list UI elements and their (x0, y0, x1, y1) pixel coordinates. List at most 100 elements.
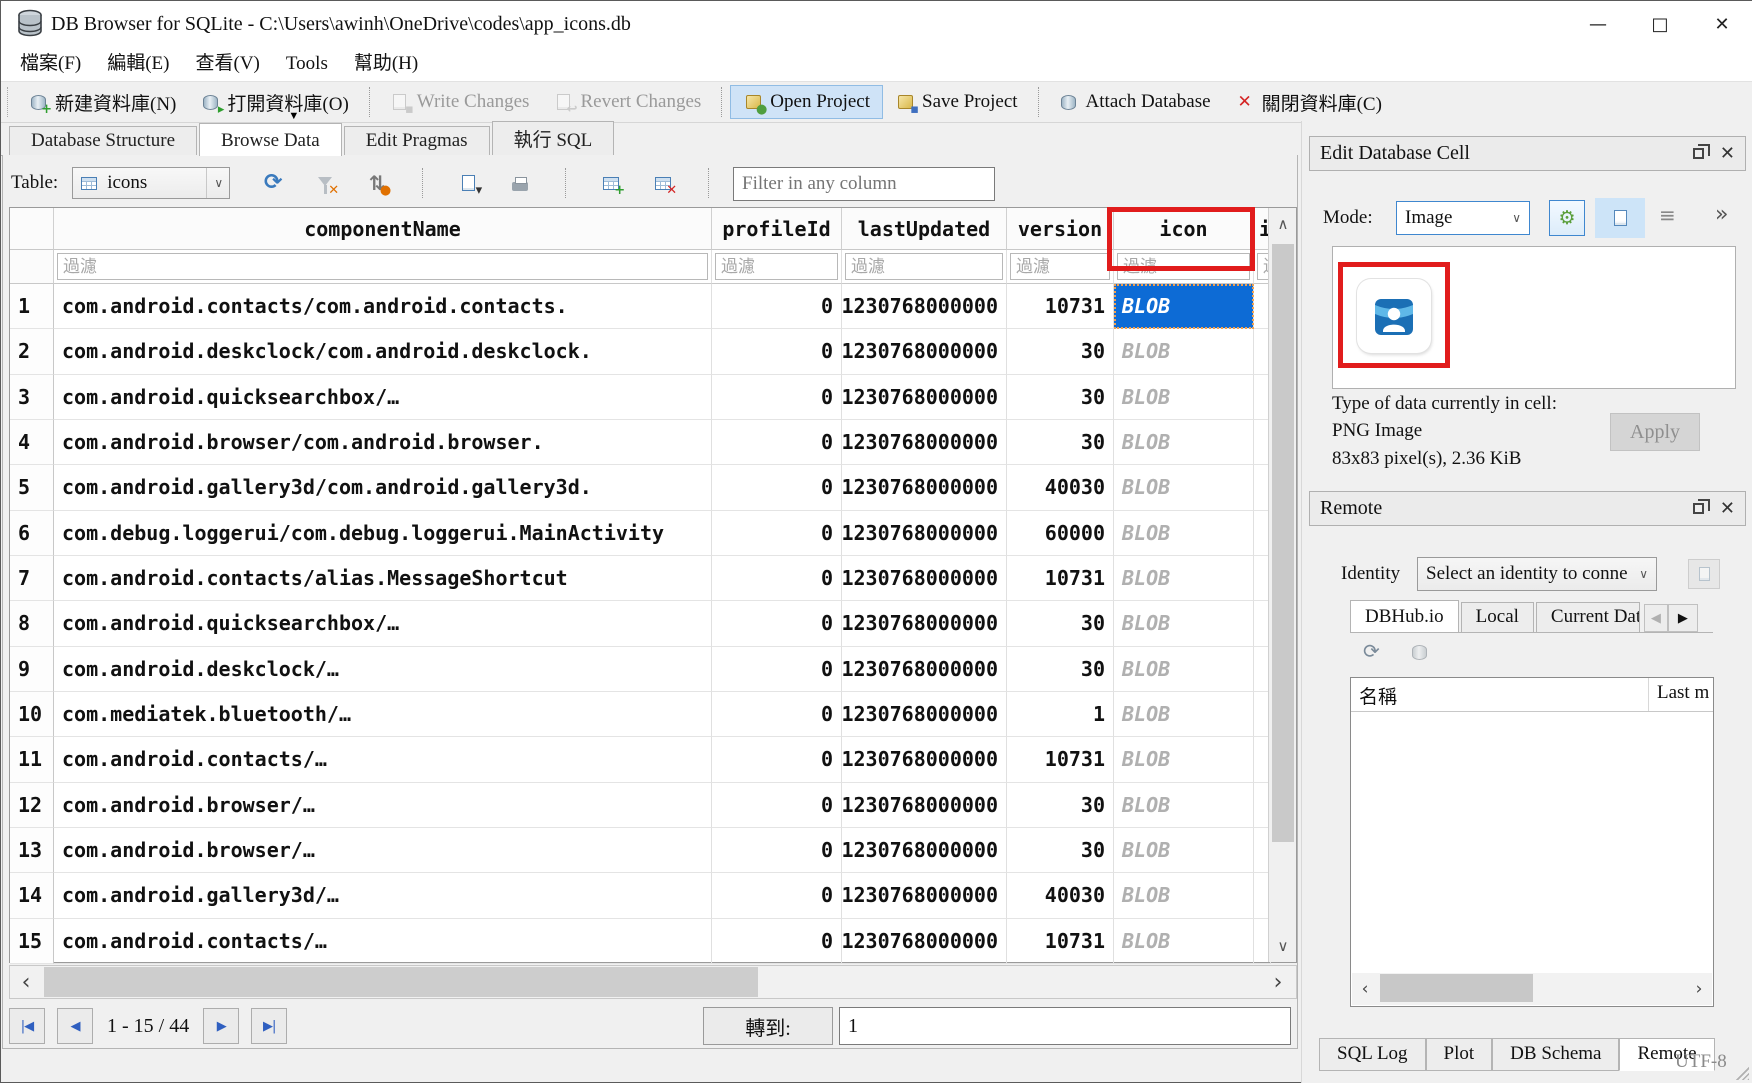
cell-componentName[interactable]: com.android.browser/… (54, 828, 712, 873)
cell-version[interactable]: 60000 (1007, 511, 1114, 556)
cell-profileId[interactable]: 0 (712, 556, 842, 601)
resize-grip[interactable] (1736, 1067, 1749, 1080)
delete-record-button[interactable]: ✕ (648, 168, 678, 198)
cell-version[interactable]: 10731 (1007, 556, 1114, 601)
cell-icon[interactable]: BLOB (1114, 329, 1254, 374)
first-page-button[interactable]: |◀ (9, 1008, 45, 1044)
scroll-left-icon[interactable]: ‹ (10, 970, 42, 995)
cell-lastUpdated[interactable]: 1230768000000 (842, 783, 1007, 828)
cell-version[interactable]: 30 (1007, 783, 1114, 828)
cell-profileId[interactable]: 0 (712, 783, 842, 828)
cell-componentName[interactable]: com.android.contacts/alias.MessageShortc… (54, 556, 712, 601)
goto-record-input[interactable] (839, 1007, 1291, 1045)
tab-database-structure[interactable]: Database Structure (9, 126, 197, 156)
cell-profileId[interactable]: 0 (712, 647, 842, 692)
cell-lastUpdated[interactable]: 1230768000000 (842, 737, 1007, 782)
attach-database-button[interactable]: Attach Database (1047, 85, 1223, 119)
cell-componentName[interactable]: com.android.contacts/… (54, 737, 712, 782)
vertical-scrollbar-thumb[interactable] (1272, 244, 1294, 842)
close-panel-icon[interactable]: ✕ (1720, 145, 1735, 163)
sort-records-button[interactable]: ⇅● (362, 168, 392, 198)
word-wrap-icon[interactable]: ≡ (1659, 205, 1676, 225)
scroll-up-icon[interactable]: ∧ (1269, 208, 1297, 240)
cell-icon[interactable]: BLOB (1114, 783, 1254, 828)
column-header-icon[interactable]: icon (1114, 208, 1254, 250)
save-table-view-button[interactable]: ▾ (453, 168, 483, 198)
cell-lastUpdated[interactable]: 1230768000000 (842, 919, 1007, 964)
remote-list-hscrollbar[interactable]: ‹ › (1352, 973, 1712, 1005)
cell-lastUpdated[interactable]: 1230768000000 (842, 284, 1007, 329)
cell-profileId[interactable]: 0 (712, 284, 842, 329)
cell-profileId[interactable]: 0 (712, 465, 842, 510)
close-panel-icon[interactable]: ✕ (1720, 500, 1735, 518)
cell-lastUpdated[interactable]: 1230768000000 (842, 873, 1007, 918)
float-panel-icon[interactable] (1693, 503, 1704, 514)
cell-icon[interactable]: BLOB (1114, 375, 1254, 420)
cell-componentName[interactable]: com.android.contacts/… (54, 919, 712, 964)
cell-icon[interactable]: BLOB (1114, 420, 1254, 465)
filter-input-icon[interactable]: 過濾 (1117, 253, 1250, 280)
cell-version[interactable]: 10731 (1007, 284, 1114, 329)
more-tools-chevron-icon[interactable]: » (1715, 204, 1728, 226)
dock-tab-sql-log[interactable]: SQL Log (1319, 1038, 1426, 1071)
horizontal-scrollbar[interactable]: ‹ › (9, 965, 1297, 999)
column-header-rownum[interactable] (10, 208, 54, 250)
cell-componentName[interactable]: com.android.deskclock/com.android.deskcl… (54, 329, 712, 374)
scroll-right-icon[interactable]: › (1686, 979, 1712, 999)
column-header-componentName[interactable]: componentName (54, 208, 712, 250)
save-project-button[interactable]: ▪Save Project (883, 85, 1030, 119)
next-page-button[interactable]: ▶ (203, 1008, 239, 1044)
text-view-toggle-button[interactable] (1595, 198, 1645, 238)
remote-list-col-lastmodified[interactable]: Last m (1649, 678, 1713, 711)
clear-all-filters-button[interactable]: ✕ (310, 168, 340, 198)
push-database-button[interactable] (1688, 559, 1720, 589)
remote-hscrollbar-thumb[interactable] (1380, 974, 1533, 1002)
menu-item-h[interactable]: 幫助(H) (341, 49, 431, 79)
remote-clone-db-icon[interactable] (1409, 642, 1429, 662)
remote-tab-local[interactable]: Local (1461, 602, 1534, 632)
filter-input-version[interactable]: 過濾 (1010, 253, 1110, 280)
cell-profileId[interactable]: 0 (712, 601, 842, 646)
cell-lastUpdated[interactable]: 1230768000000 (842, 329, 1007, 374)
cell-version[interactable]: 40030 (1007, 873, 1114, 918)
scroll-right-icon[interactable]: › (1262, 970, 1294, 995)
open-project-button[interactable]: ●Open Project (730, 85, 883, 119)
remote-tab-current-dat[interactable]: Current Dat (1536, 602, 1640, 632)
cell-profileId[interactable]: 0 (712, 692, 842, 737)
refresh-button[interactable]: ⟳ (258, 168, 288, 198)
filter-cell-lastUpdated[interactable]: 過濾 (842, 250, 1007, 284)
cell-profileId[interactable]: 0 (712, 511, 842, 556)
mode-selector[interactable]: Image ∨ (1396, 201, 1530, 235)
maximize-button[interactable]: □ (1629, 1, 1691, 47)
cell-profileId[interactable]: 0 (712, 329, 842, 374)
filter-cell-componentName[interactable]: 過濾 (54, 250, 712, 284)
dock-tab-db-schema[interactable]: DB Schema (1492, 1038, 1619, 1071)
cell-componentName[interactable]: com.android.gallery3d/com.android.galler… (54, 465, 712, 510)
cell-lastUpdated[interactable]: 1230768000000 (842, 601, 1007, 646)
cell-componentName[interactable]: com.android.browser/com.android.browser. (54, 420, 712, 465)
last-page-button[interactable]: ▶| (251, 1008, 287, 1044)
cell-lastUpdated[interactable]: 1230768000000 (842, 828, 1007, 873)
vertical-scrollbar[interactable]: ∧ ∨ (1268, 208, 1296, 962)
cell-profileId[interactable]: 0 (712, 375, 842, 420)
cell-version[interactable]: 30 (1007, 375, 1114, 420)
goto-button[interactable]: 轉到: (703, 1007, 833, 1045)
minimize-button[interactable]: — (1567, 1, 1629, 47)
cell-icon[interactable]: BLOB (1114, 873, 1254, 918)
cell-icon[interactable]: BLOB (1114, 556, 1254, 601)
cell-version[interactable]: 30 (1007, 329, 1114, 374)
cell-icon[interactable]: BLOB (1114, 647, 1254, 692)
cell-lastUpdated[interactable]: 1230768000000 (842, 556, 1007, 601)
float-panel-icon[interactable] (1693, 148, 1704, 159)
cell-icon[interactable]: BLOB (1114, 919, 1254, 964)
scroll-down-icon[interactable]: ∨ (1269, 930, 1297, 962)
cell-componentName[interactable]: com.android.contacts/com.android.contact… (54, 284, 712, 329)
cell-version[interactable]: 30 (1007, 420, 1114, 465)
cell-lastUpdated[interactable]: 1230768000000 (842, 375, 1007, 420)
filter-input-lastUpdated[interactable]: 過濾 (845, 253, 1003, 280)
cell-version[interactable]: 30 (1007, 601, 1114, 646)
column-header-profileId[interactable]: profileId (712, 208, 842, 250)
cell-componentName[interactable]: com.android.quicksearchbox/… (54, 601, 712, 646)
cell-icon[interactable]: BLOB (1114, 828, 1254, 873)
insert-record-button[interactable]: + (596, 168, 626, 198)
